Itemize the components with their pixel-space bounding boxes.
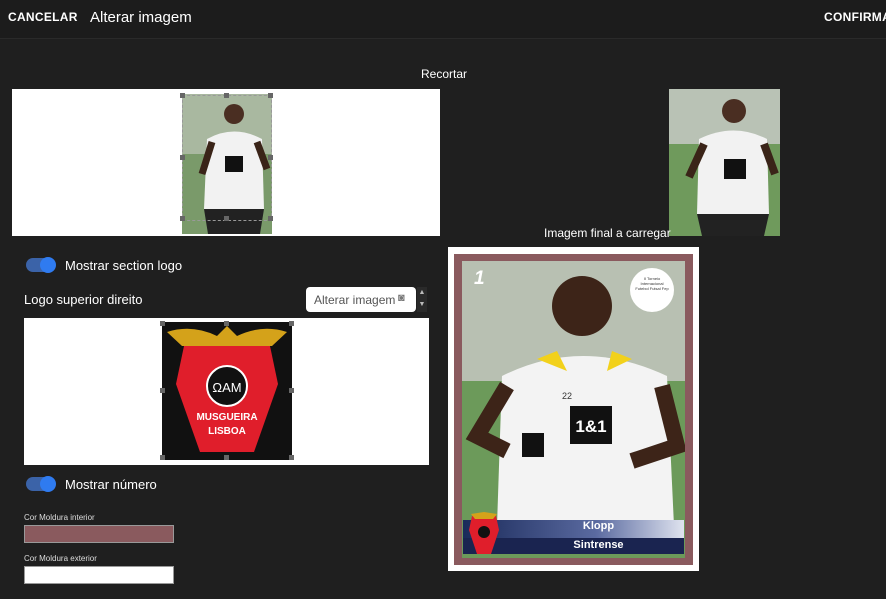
- crop-canvas[interactable]: [12, 89, 440, 236]
- inner-frame-color-input[interactable]: [24, 525, 174, 543]
- crop-heading: Recortar: [421, 67, 468, 81]
- badge-line1: MUSGUEIRA: [196, 412, 257, 423]
- badge-initials: ΩAM: [212, 380, 241, 395]
- change-image-label: Alterar imagem: [314, 293, 396, 307]
- crop-handle[interactable]: [224, 455, 229, 460]
- player-photo-icon: [669, 89, 780, 236]
- crop-handle[interactable]: [268, 93, 273, 98]
- cancel-button[interactable]: CANCELAR: [8, 10, 78, 24]
- section-logo-toggle[interactable]: [26, 257, 56, 273]
- change-image-button[interactable]: Alterar imagem ◙: [306, 287, 416, 312]
- crop-handle[interactable]: [180, 93, 185, 98]
- card-inner-frame: 1&1 22 1 II Torneio Internacional Futebo…: [454, 254, 693, 565]
- preview-heading: Imagem final a carregar: [544, 226, 671, 240]
- badge-line2: LISBOA: [208, 426, 246, 437]
- crop-handle[interactable]: [289, 321, 294, 326]
- sponsor-text: 1&1: [575, 417, 606, 436]
- club-badge-icon: [469, 512, 499, 556]
- card-number: 1: [474, 268, 485, 289]
- image-stepper[interactable]: ▲ ▼: [417, 287, 427, 312]
- camera-icon: ◙: [398, 292, 405, 304]
- outer-frame-color-input[interactable]: [24, 566, 174, 584]
- crop-handle[interactable]: [224, 216, 229, 221]
- club-badge: ΩAM MUSGUEIRA LISBOA: [162, 322, 292, 460]
- final-card: 1&1 22 1 II Torneio Internacional Futebo…: [448, 247, 699, 571]
- crop-selection-box[interactable]: [182, 95, 272, 221]
- crop-handle[interactable]: [268, 216, 273, 221]
- crop-preview: [669, 89, 780, 236]
- inner-frame-color-label: Cor Moldura interior: [24, 513, 95, 522]
- crop-handle[interactable]: [224, 321, 229, 326]
- crop-handle[interactable]: [160, 455, 165, 460]
- chevron-down-icon[interactable]: ▼: [417, 299, 427, 311]
- confirm-button[interactable]: CONFIRMA: [824, 10, 886, 24]
- card-name-bar: Klopp Sintrense: [463, 512, 684, 554]
- round-logo: II Torneio Internacional Futebol Futsal …: [630, 268, 674, 312]
- dialog-title: Alterar imagem: [90, 9, 192, 26]
- logo-top-right-label: Logo superior direito: [24, 292, 143, 307]
- crop-handle[interactable]: [180, 216, 185, 221]
- shirt-number: 22: [562, 391, 572, 401]
- show-number-label: Mostrar número: [65, 477, 157, 492]
- crop-handle[interactable]: [180, 155, 185, 160]
- logo-canvas[interactable]: ΩAM MUSGUEIRA LISBOA: [24, 318, 429, 465]
- crop-handle[interactable]: [289, 455, 294, 460]
- crop-handle[interactable]: [289, 388, 294, 393]
- show-number-toggle[interactable]: [26, 476, 56, 492]
- outer-frame-color-label: Cor Moldura exterior: [24, 554, 97, 563]
- crop-handle[interactable]: [160, 321, 165, 326]
- crop-handle[interactable]: [160, 388, 165, 393]
- crop-handle[interactable]: [224, 93, 229, 98]
- crop-handle[interactable]: [268, 155, 273, 160]
- section-logo-label: Mostrar section logo: [65, 258, 183, 273]
- round-logo-text: II Torneio Internacional Futebol Futsal …: [635, 276, 669, 291]
- club-badge-icon: ΩAM MUSGUEIRA LISBOA: [167, 326, 287, 452]
- chevron-up-icon[interactable]: ▲: [417, 287, 427, 299]
